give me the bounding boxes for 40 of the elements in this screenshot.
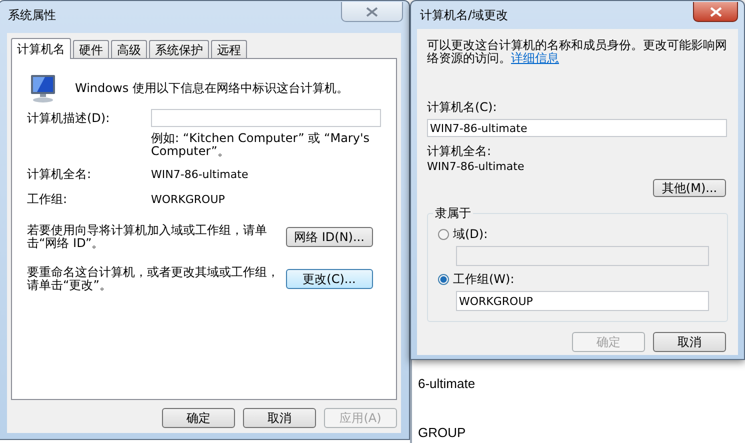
full-name-value: WIN7-86-ultimate: [151, 168, 248, 181]
close-button[interactable]: [693, 2, 738, 22]
rename-text: 要重命名这台计算机，或者更改其域或工作组，请单击“更改”。: [27, 266, 280, 292]
description-label: 计算机描述(D):: [27, 110, 111, 126]
tab[interactable]: 系统保护: [149, 40, 209, 58]
network-id-button[interactable]: 网络 ID(N)...: [286, 227, 373, 247]
background-text: 6-ultimate: [418, 376, 476, 391]
close-icon: [710, 6, 722, 16]
window-title: 系统属性: [8, 6, 56, 24]
computer-name-label: 计算机名(C):: [427, 99, 498, 116]
change-button[interactable]: 更改(C)...: [286, 269, 373, 289]
background-text: GROUP: [418, 425, 466, 440]
intro-text: 可以更改这台计算机的名称和成员身份。更改可能影响网络资源的访问。详细信息: [427, 39, 727, 65]
computer-name-field[interactable]: WIN7-86-ultimate: [427, 119, 727, 137]
example-text: 例如: “Kitchen Computer” 或 “Mary's Computer”。: [151, 132, 371, 158]
radio-button[interactable]: [438, 229, 449, 240]
workgroup-value: WORKGROUP: [151, 193, 225, 206]
radio-option[interactable]: 域(D):: [438, 226, 713, 243]
radio-button[interactable]: [438, 274, 449, 285]
membership-field[interactable]: WORKGROUP: [456, 291, 709, 311]
tab[interactable]: 硬件: [73, 40, 109, 58]
dialog-button[interactable]: 取消: [243, 408, 316, 428]
network-id-text: 若要使用向导将计算机加入域或工作组，请单击“网络 ID”。: [27, 224, 268, 250]
other-button[interactable]: 其他(M)...: [653, 179, 726, 197]
workgroup-label: 工作组:: [27, 191, 68, 208]
radio-option[interactable]: 工作组(W):: [438, 271, 713, 288]
tab[interactable]: 高级: [111, 40, 147, 58]
description-field[interactable]: [151, 109, 381, 127]
close-icon: [366, 6, 378, 16]
tab[interactable]: 计算机名: [11, 38, 71, 59]
window-title: 计算机名/域更改: [420, 6, 508, 24]
intro-text: Windows 使用以下信息在网络中标识这台计算机。: [75, 80, 348, 96]
group-legend: 隶属于: [433, 205, 473, 222]
dialog-button[interactable]: 确定: [162, 408, 235, 428]
tab[interactable]: 远程: [211, 40, 247, 58]
dialog-button[interactable]: 取消: [653, 332, 726, 352]
full-name-value: WIN7-86-ultimate: [427, 160, 526, 173]
more-info-link[interactable]: 详细信息: [511, 51, 559, 65]
full-name-label: 计算机全名:: [27, 166, 92, 183]
full-name-label: 计算机全名:: [427, 143, 492, 160]
